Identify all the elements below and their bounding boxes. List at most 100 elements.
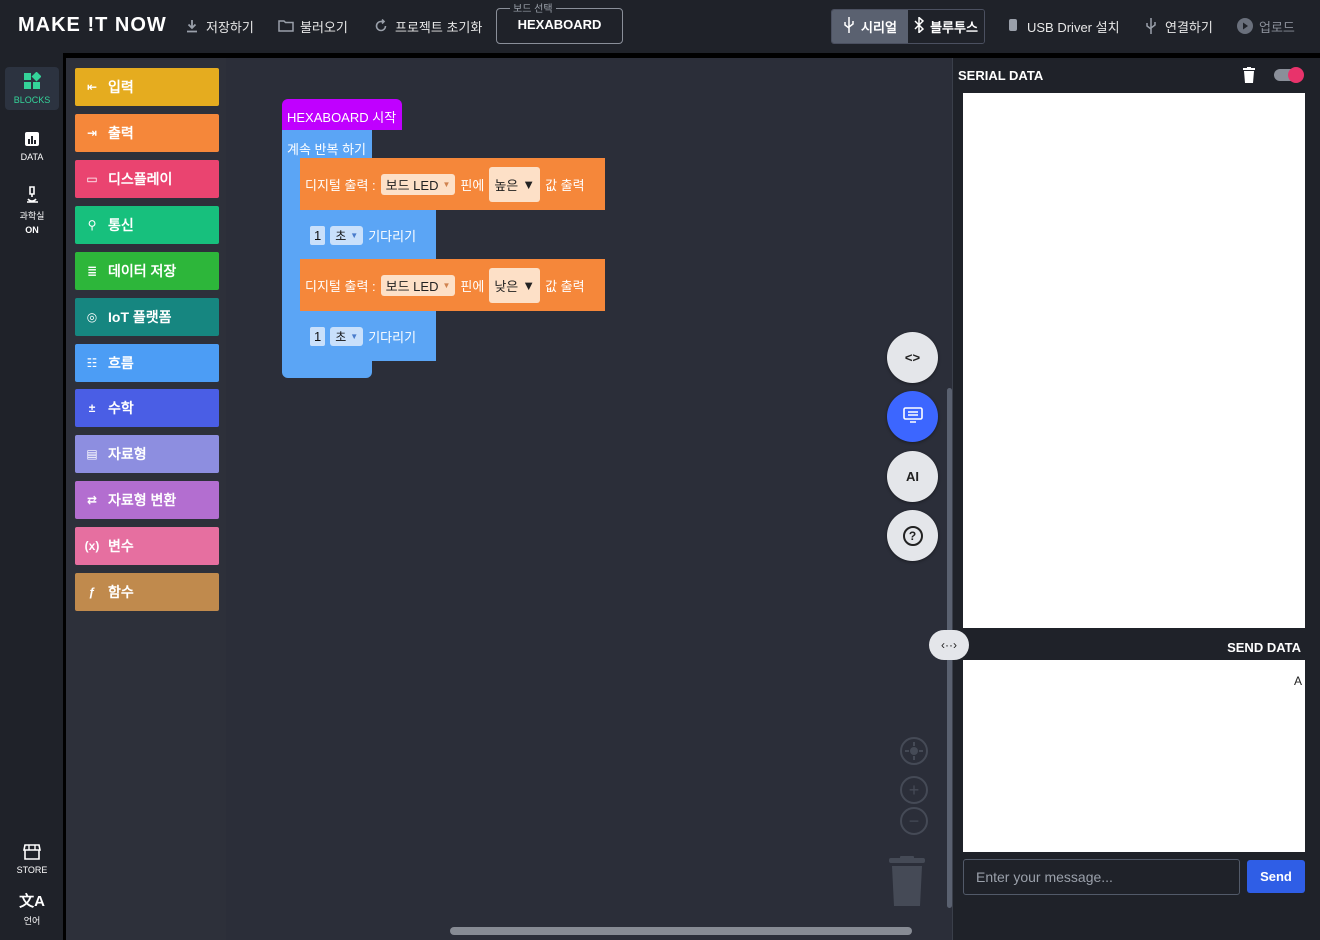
caret-down-icon: ▼ (522, 176, 536, 192)
pin-suffix: 핀에 (460, 278, 485, 294)
monitor-icon (902, 407, 923, 426)
caret-down-icon: ▼ (350, 230, 359, 240)
digital-output-prefix: 디지털 출력 : (305, 278, 376, 294)
panel-resize-handle[interactable]: ‹··› (929, 630, 969, 660)
serial-mode-button[interactable]: 시리얼 (832, 10, 908, 43)
usb-drive-icon (1005, 18, 1021, 34)
rail-data-label: DATA (20, 152, 44, 162)
upload-button[interactable]: 업로드 (1237, 16, 1295, 36)
usb-driver-label: USB Driver 설치 (1027, 19, 1120, 35)
save-button[interactable]: 저장하기 (184, 16, 254, 36)
input-icon: ⇤ (86, 80, 98, 94)
wait-unit-dropdown[interactable]: 초 ▼ (330, 225, 364, 245)
chart-icon (24, 131, 40, 149)
usb-icon (843, 17, 855, 36)
reset-project-button[interactable]: 프로젝트 초기화 (373, 16, 482, 36)
math-icon: ± (88, 401, 96, 415)
rail-language-button[interactable]: 文A 언어 (5, 890, 59, 927)
category-datatype[interactable]: ▤ 자료형 (75, 435, 219, 473)
wait-unit-dropdown[interactable]: 초 ▼ (330, 326, 364, 346)
category-function[interactable]: ƒ 함수 (75, 573, 219, 611)
reset-label: 프로젝트 초기화 (395, 19, 483, 35)
wait-number-input[interactable]: 1 (310, 225, 326, 245)
category-label: 흐름 (108, 355, 134, 371)
clear-serial-icon[interactable] (1243, 67, 1255, 83)
connect-button[interactable]: 연결하기 (1143, 16, 1213, 36)
message-input[interactable] (963, 859, 1240, 895)
category-iot[interactable]: ◎ IoT 플랫폼 (75, 298, 219, 336)
category-label: 자료형 (108, 446, 147, 462)
connection-mode-toggle: 시리얼 블루투스 (831, 9, 985, 44)
level-dropdown[interactable]: 높은 ▼ (489, 166, 541, 202)
pin-suffix: 핀에 (460, 177, 485, 193)
category-output[interactable]: ⇥ 출력 (75, 114, 219, 152)
usb-driver-button[interactable]: USB Driver 설치 (1005, 16, 1120, 36)
digital-output-block[interactable]: 디지털 출력 : 보드 LED ▼ 핀에 높은 ▼ 값 출력 (300, 158, 605, 210)
trash-icon[interactable] (887, 856, 927, 906)
workspace-horizontal-scrollbar[interactable] (450, 927, 912, 935)
flow-icon: ☷ (86, 356, 98, 370)
blocks-icon (23, 71, 42, 92)
category-math[interactable]: ± 수학 (75, 389, 219, 427)
zoom-in-icon[interactable]: + (900, 776, 928, 804)
display-icon: ▭ (86, 172, 98, 186)
wait-block[interactable]: 1 초 ▼ 기다리기 (300, 210, 436, 260)
pin-dropdown[interactable]: 보드 LED ▼ (380, 274, 456, 296)
zoom-out-icon[interactable]: − (900, 807, 928, 835)
category-network[interactable]: ⚲ 통신 (75, 206, 219, 244)
category-label: 데이터 저장 (108, 263, 177, 279)
hexaboard-start-block[interactable]: HEXABOARD 시작 (282, 99, 402, 130)
forever-loop-bottom (282, 358, 372, 378)
help-button[interactable]: ? (887, 510, 938, 561)
category-panel: ⇤ 입력 ⇥ 출력 ▭ 디스플레이 ⚲ 통신 ≣ 데이터 저장 ◎ IoT 플랫폼 ☷ 흐름 ± 수학 ▤ 자료형… (66, 58, 226, 940)
download-icon (184, 18, 200, 34)
caret-down-icon: ▼ (442, 179, 451, 189)
pin-dropdown-value: 보드 LED (385, 177, 439, 193)
serial-output-area[interactable] (963, 93, 1305, 628)
rail-store-button[interactable]: STORE (5, 844, 59, 875)
category-label: 통신 (108, 217, 134, 233)
level-dropdown[interactable]: 낮은 ▼ (489, 267, 541, 303)
load-button[interactable]: 불러오기 (278, 16, 348, 36)
recenter-icon[interactable] (900, 737, 928, 765)
play-icon (1237, 18, 1253, 34)
board-select-value[interactable]: HEXABOARD (496, 17, 623, 32)
rail-science-button[interactable]: 과학실 ON (5, 186, 59, 235)
pin-dropdown-value: 보드 LED (385, 278, 439, 294)
wait-number-input[interactable]: 1 (310, 326, 326, 346)
block-workspace[interactable]: HEXABOARD 시작 계속 반복 하기 디지털 출력 : 보드 LED ▼ 핀… (226, 58, 952, 940)
serial-monitor-button[interactable] (887, 391, 938, 442)
category-display[interactable]: ▭ 디스플레이 (75, 160, 219, 198)
ai-label: AI (906, 469, 919, 484)
send-button[interactable]: Send (1247, 860, 1305, 893)
caret-down-icon: ▼ (350, 331, 359, 341)
serial-data-title: SERIAL DATA (958, 68, 1044, 83)
level-dropdown-value: 높은 (494, 177, 519, 193)
pin-dropdown[interactable]: 보드 LED ▼ (380, 173, 456, 195)
datatype-icon: ▤ (86, 447, 98, 461)
category-convert[interactable]: ⇄ 자료형 변환 (75, 481, 219, 519)
bluetooth-mode-label: 블루투스 (930, 20, 978, 35)
category-label: 자료형 변환 (108, 492, 177, 508)
category-storage[interactable]: ≣ 데이터 저장 (75, 252, 219, 290)
forever-loop-block[interactable]: 계속 반복 하기 (282, 130, 372, 158)
bluetooth-mode-button[interactable]: 블루투스 (908, 10, 984, 43)
level-dropdown-value: 낮은 (494, 278, 519, 294)
rail-blocks-button[interactable]: BLOCKS (5, 67, 59, 110)
translate-icon: 文A (19, 893, 45, 910)
category-flow[interactable]: ☷ 흐름 (75, 344, 219, 382)
ai-button[interactable]: AI (887, 451, 938, 502)
autoscroll-toggle[interactable] (1274, 67, 1304, 83)
wait-block[interactable]: 1 초 ▼ 기다리기 (300, 311, 436, 361)
toggle-knob (1288, 67, 1304, 83)
rail-data-button[interactable]: DATA (5, 131, 59, 162)
category-label: 수학 (108, 400, 134, 416)
send-data-area[interactable]: A (963, 660, 1305, 852)
save-label: 저장하기 (206, 19, 254, 35)
convert-icon: ⇄ (86, 493, 98, 507)
code-view-button[interactable]: <> (887, 332, 938, 383)
network-icon: ⚲ (87, 218, 97, 232)
digital-output-block[interactable]: 디지털 출력 : 보드 LED ▼ 핀에 낮은 ▼ 값 출력 (300, 259, 605, 311)
category-variable[interactable]: (x) 변수 (75, 527, 219, 565)
category-input[interactable]: ⇤ 입력 (75, 68, 219, 106)
